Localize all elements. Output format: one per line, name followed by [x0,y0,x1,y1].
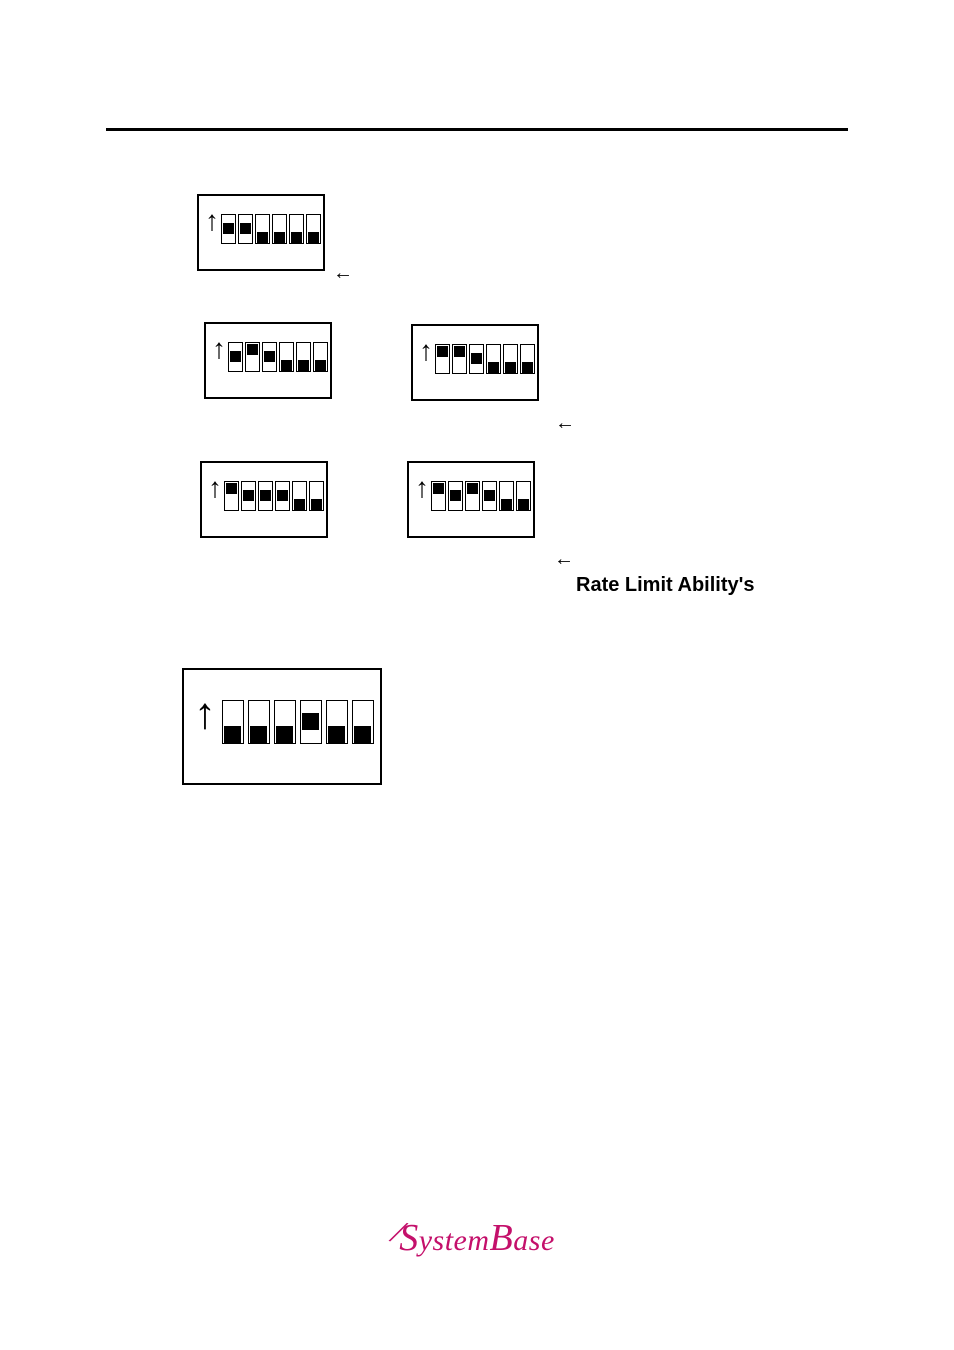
dip-slot [486,344,501,374]
page: ↑ ← ↑ ↑ ← ↑ ↑ ← ↑ Rate Limit Ability's / SystemB… [0,0,954,1350]
left-arrow-icon: ← [555,412,575,435]
dip-knob [274,232,285,243]
dip-knob [311,499,322,510]
dip-knob [281,360,292,371]
dip-slot [435,344,450,374]
dip-slot [452,344,467,374]
dip-slot [245,342,260,372]
dip-slot [275,481,290,511]
dip-slot [272,214,287,244]
dip-switch: ↑ [182,668,382,785]
dip-knob [276,726,293,743]
top-rule [106,128,848,131]
dip-slot [326,700,348,744]
dip-knob [230,351,241,362]
dip-knob [467,483,478,494]
dip-switch: ↑ [197,194,325,271]
dip-slot [516,481,531,511]
dip-knob [450,490,461,501]
dip-slot [221,214,236,244]
dip-knob [250,726,267,743]
dip-slot [300,700,322,744]
dip-knob [501,499,512,510]
dip-slot [499,481,514,511]
up-arrow-icon: ↑ [415,475,429,503]
dip-slot [296,342,311,372]
up-arrow-icon: ↑ [208,475,222,503]
footer-logo: / SystemBase [0,1216,954,1260]
dip-knob [328,726,345,743]
left-arrow-icon: ← [554,548,574,571]
dip-knob [277,490,288,501]
up-arrow-icon: ↑ [419,338,433,366]
dip-knob [264,351,275,362]
dip-knob [302,713,319,730]
dip-knob [226,483,237,494]
dip-slot [255,214,270,244]
dip-slot [313,342,328,372]
dip-slot [465,481,480,511]
dip-knob [484,490,495,501]
dip-slot [352,700,374,744]
dip-knob [315,360,326,371]
dip-knob [505,362,516,373]
up-arrow-icon: ↑ [205,208,219,236]
dip-knob [247,344,258,355]
dip-knob [260,490,271,501]
dip-knob [224,726,241,743]
dip-slot [482,481,497,511]
dip-knob [518,499,529,510]
dip-slot [469,344,484,374]
dip-knob [257,232,268,243]
dip-switch: ↑ [407,461,535,538]
dip-knob [240,223,251,234]
dip-slot [448,481,463,511]
dip-slot [222,700,244,744]
up-arrow-icon: ↑ [212,336,226,364]
dip-knob [471,353,482,364]
dip-slot [228,342,243,372]
dip-slot [431,481,446,511]
dip-knob [522,362,533,373]
dip-knob [298,360,309,371]
dip-slot [274,700,296,744]
dip-knob [437,346,448,357]
dip-slot [262,342,277,372]
dip-knob [488,362,499,373]
dip-switch: ↑ [411,324,539,401]
rate-limit-label: Rate Limit Ability's [576,574,755,597]
dip-knob [433,483,444,494]
dip-knob [223,223,234,234]
dip-slot [224,481,239,511]
dip-knob [243,490,254,501]
dip-slot [520,344,535,374]
dip-knob [294,499,305,510]
dip-slot [503,344,518,374]
dip-switch: ↑ [200,461,328,538]
dip-slot [238,214,253,244]
dip-switch: ↑ [204,322,332,399]
dip-knob [354,726,371,743]
dip-slot [309,481,324,511]
dip-slot [306,214,321,244]
dip-knob [308,232,319,243]
brand-logo: / SystemBase [399,1216,555,1260]
dip-slot [241,481,256,511]
dip-knob [291,232,302,243]
dip-knob [454,346,465,357]
left-arrow-icon: ← [333,262,353,285]
dip-slot [289,214,304,244]
dip-slot [258,481,273,511]
dip-slot [279,342,294,372]
up-arrow-icon: ↑ [194,692,216,736]
dip-slot [248,700,270,744]
dip-slot [292,481,307,511]
